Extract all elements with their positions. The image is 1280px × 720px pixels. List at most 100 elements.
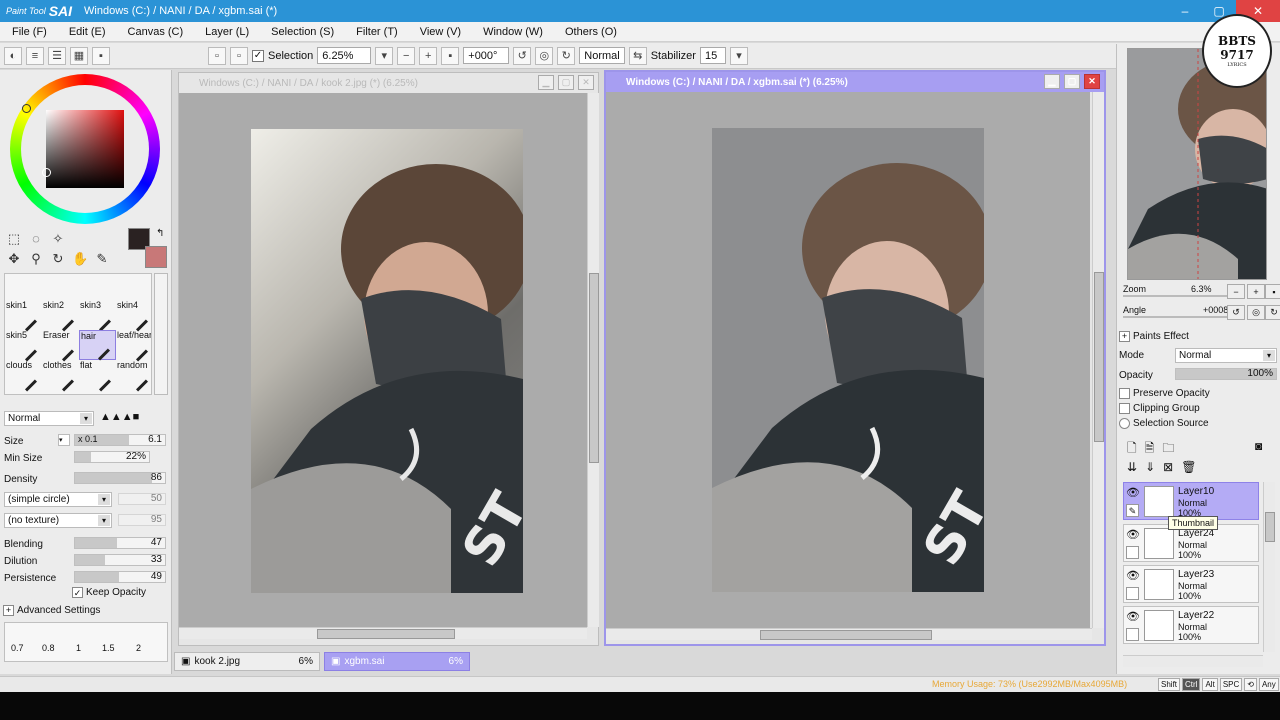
nav-fit-icon[interactable]: ▪ xyxy=(1265,284,1280,299)
brush-grid-scrollbar[interactable] xyxy=(154,273,168,395)
hand-icon[interactable]: ✋ xyxy=(72,251,88,267)
canvas-hscrollbar[interactable] xyxy=(606,628,1092,640)
canvas-viewport[interactable]: ST xyxy=(606,92,1090,628)
layer-mask-icon[interactable]: ◙ xyxy=(1255,439,1262,453)
painting-canvas[interactable]: ST xyxy=(712,128,984,592)
brush-skin4[interactable]: skin4 xyxy=(116,300,151,332)
pressure-size-ruler[interactable]: 0.7 0.8 1 1.5 2 xyxy=(4,622,168,662)
persistence-slider[interactable]: 49 xyxy=(74,571,166,583)
reference-photo[interactable]: ST xyxy=(251,129,523,593)
transfer-down-icon[interactable]: ⇊ xyxy=(1127,460,1137,474)
stabilizer-field[interactable]: 15 xyxy=(699,47,726,64)
zoom-field[interactable]: 6.25% xyxy=(317,47,372,64)
nav-zoom-slider[interactable] xyxy=(1123,295,1227,297)
layer-pen-icon[interactable]: ✎ xyxy=(1126,504,1139,517)
layer-thumbnail[interactable] xyxy=(1144,528,1174,559)
dilution-slider[interactable]: 33 xyxy=(74,554,166,566)
new-layer-icon[interactable]: 🗋 xyxy=(1127,439,1137,460)
layer-list-scrollbar[interactable] xyxy=(1263,482,1275,652)
canvas-vscrollbar[interactable] xyxy=(587,93,599,627)
brush-skin3[interactable]: skin3 xyxy=(79,300,116,332)
selection-checkbox[interactable]: ✓ xyxy=(252,49,264,62)
advanced-settings-toggle[interactable]: + Advanced Settings xyxy=(3,605,100,616)
maximize-icon[interactable]: ▢ xyxy=(558,75,574,90)
zoom-dropdown-icon[interactable]: ▾ xyxy=(375,46,394,65)
rect-select-icon[interactable]: ⬚ xyxy=(6,231,22,247)
brush-leaf-hear[interactable]: leaf/hear xyxy=(116,330,151,362)
close-icon[interactable]: ✕ xyxy=(1084,74,1100,89)
layer-thumbnail[interactable] xyxy=(1144,486,1174,517)
preserve-opacity-checkbox[interactable] xyxy=(1119,388,1130,399)
layer-thumbnail[interactable] xyxy=(1144,569,1174,600)
color-wheel-icon[interactable]: ◐ xyxy=(4,46,22,65)
brush-texture-select[interactable]: (no texture) ▾ xyxy=(4,513,112,528)
close-icon[interactable]: ✕ xyxy=(578,75,594,90)
delete-layer-icon[interactable]: 🗑 xyxy=(1181,460,1196,474)
paints-effect-toggle[interactable]: + Paints Effect xyxy=(1119,331,1189,342)
rotation-field[interactable]: +000° xyxy=(463,47,510,64)
canvas-window-xgbm[interactable]: Windows (C:) / NANI / DA / xgbm.sai (*) … xyxy=(604,70,1106,646)
canvas-window-header[interactable]: Windows (C:) / NANI / DA / kook 2.jpg (*… xyxy=(179,73,598,93)
deselect-icon[interactable]: ▫ xyxy=(230,46,248,65)
rotate-reset-icon[interactable]: ◎ xyxy=(535,46,554,65)
zoom-in-icon[interactable]: + xyxy=(419,46,438,65)
eyedropper-icon[interactable]: ✎ xyxy=(94,251,110,267)
selection-source-option[interactable]: Selection Source xyxy=(1119,418,1209,429)
canvas-viewport[interactable]: ST xyxy=(179,93,587,627)
brush-shape-icons[interactable]: ▲▲▲■ xyxy=(100,411,139,423)
sliders-icon[interactable]: ☰ xyxy=(48,46,66,65)
color-bars-icon[interactable]: ≡ xyxy=(26,46,44,65)
menu-layer[interactable]: Layer (L) xyxy=(205,26,249,38)
layer-opacity-slider[interactable]: 100% xyxy=(1175,368,1277,380)
magic-wand-icon[interactable]: ✧ xyxy=(50,231,66,247)
brush-skin2[interactable]: skin2 xyxy=(42,300,79,332)
blend-mode-field[interactable]: Normal xyxy=(579,47,625,64)
rotate-right-icon[interactable]: ↻ xyxy=(557,46,576,65)
lasso-icon[interactable]: ◌ xyxy=(28,231,44,247)
brush-clouds[interactable]: clouds xyxy=(5,360,42,392)
color-wheel[interactable] xyxy=(10,74,160,224)
canvas-hscrollbar[interactable] xyxy=(179,627,587,639)
canvas-window-kook[interactable]: Windows (C:) / NANI / DA / kook 2.jpg (*… xyxy=(178,72,599,646)
visibility-eye-icon[interactable]: 👁 xyxy=(1126,528,1140,541)
layer-list-hscrollbar[interactable] xyxy=(1123,655,1263,667)
zoom-reset-icon[interactable]: ▪ xyxy=(441,46,460,65)
menu-selection[interactable]: Selection (S) xyxy=(271,26,334,38)
zoom-icon[interactable]: ⚲ xyxy=(28,251,44,267)
brush-flat[interactable]: flat xyxy=(79,360,116,392)
canvas-vscrollbar[interactable] xyxy=(1092,92,1104,628)
color-marker[interactable] xyxy=(42,168,51,177)
size-slider[interactable]: x 0.1 6.1 xyxy=(74,434,166,446)
menu-window[interactable]: Window (W) xyxy=(483,26,543,38)
layer-pen-icon[interactable] xyxy=(1126,546,1139,559)
clear-layer-icon[interactable]: ⊠ xyxy=(1163,460,1173,474)
nav-zoom-out-icon[interactable]: − xyxy=(1227,284,1245,299)
layer-item-layer22[interactable]: 👁 Layer22 Normal 100% xyxy=(1123,606,1259,644)
nav-rotate-right-icon[interactable]: ↻ xyxy=(1265,305,1280,320)
brush-random[interactable]: random xyxy=(116,360,151,392)
visibility-eye-icon[interactable]: 👁 xyxy=(1126,610,1140,623)
new-linework-layer-icon[interactable]: 🗎 xyxy=(1145,439,1155,460)
flip-icon[interactable]: ⇆ xyxy=(628,46,647,65)
texture-strength-slider[interactable]: 95 xyxy=(118,514,166,526)
brush-skin1[interactable]: skin1 xyxy=(5,300,42,332)
layer-item-layer10[interactable]: 👁 ✎ Layer10 Normal 100% xyxy=(1123,482,1259,520)
size-mult-dropdown[interactable]: ▾ xyxy=(58,434,70,446)
blending-slider[interactable]: 47 xyxy=(74,537,166,549)
selection-source-radio[interactable] xyxy=(1119,418,1130,429)
brush-shape-select[interactable]: (simple circle) ▾ xyxy=(4,492,112,507)
swap-colors-icon[interactable]: ↰ xyxy=(156,228,164,239)
keep-opacity-row[interactable]: ✓ Keep Opacity xyxy=(72,587,146,598)
visibility-eye-icon[interactable]: 👁 xyxy=(1126,569,1140,582)
keep-opacity-checkbox[interactable]: ✓ xyxy=(72,587,83,598)
nav-rotate-reset-icon[interactable]: ◎ xyxy=(1247,305,1265,320)
rotate-left-icon[interactable]: ↺ xyxy=(513,46,532,65)
nav-zoom-in-icon[interactable]: + xyxy=(1247,284,1265,299)
min-size-slider[interactable]: 22% xyxy=(74,451,150,463)
layer-thumbnail[interactable] xyxy=(1144,610,1174,641)
nav-rotate-left-icon[interactable]: ↺ xyxy=(1227,305,1245,320)
menu-filter[interactable]: Filter (T) xyxy=(356,26,398,38)
stabilizer-dropdown-icon[interactable]: ▾ xyxy=(729,46,748,65)
brush-mode-select[interactable]: Normal ▾ xyxy=(4,411,94,426)
canvas-window-header[interactable]: Windows (C:) / NANI / DA / xgbm.sai (*) … xyxy=(606,72,1104,92)
